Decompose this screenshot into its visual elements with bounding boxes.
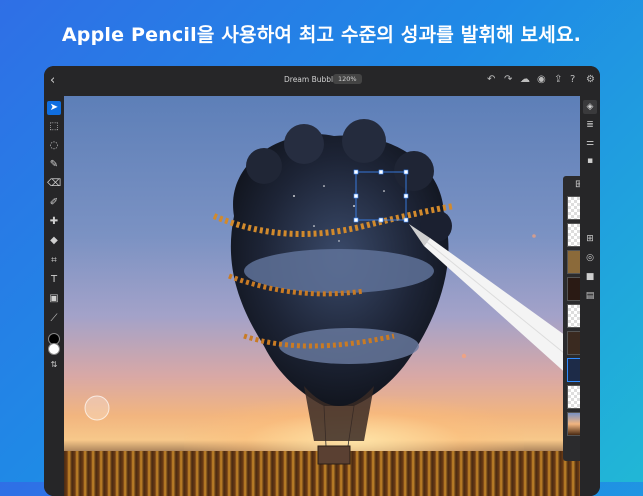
crop-tool-icon[interactable]: ⌗ [47, 254, 61, 268]
layer-thumbnail[interactable] [567, 196, 580, 220]
settings-icon[interactable]: ⚙ [586, 74, 595, 85]
share-icon[interactable]: ⇪ [554, 74, 562, 85]
back-icon[interactable]: ‹ [50, 73, 55, 88]
cloud-icon[interactable]: ☁ [520, 74, 530, 85]
layer-thumbnail[interactable] [567, 412, 580, 436]
healing-tool-icon[interactable]: ✚ [47, 215, 61, 229]
background-color-swatch[interactable] [48, 343, 60, 355]
lasso-tool-icon[interactable]: ◌ [47, 139, 61, 153]
selection-handle[interactable] [378, 169, 384, 175]
eyedropper-tool-icon[interactable]: ⟋ [47, 312, 61, 326]
selection-handle[interactable] [353, 193, 359, 199]
mask-icon[interactable]: ■ [583, 270, 597, 284]
clone-tool-icon[interactable]: ✐ [47, 196, 61, 210]
selection-handle[interactable] [403, 217, 409, 223]
cloud-puff [284, 124, 324, 164]
selection-handle[interactable] [403, 193, 409, 199]
sparkle [461, 353, 467, 359]
star [353, 205, 355, 207]
inner-cloud-band [279, 328, 419, 364]
layers-icon[interactable]: ◈ [583, 100, 597, 114]
left-toolbar: ➤ ⬚ ◌ ✎ ⌫ ✐ ✚ ◆ ⌗ T ▣ ⟋ ⇅ [44, 96, 64, 496]
comments-icon[interactable]: ▪ [583, 154, 597, 168]
redo-icon[interactable]: ↷ [504, 74, 512, 85]
star [323, 185, 325, 187]
star [293, 195, 295, 197]
ipad-screen: ‹ Dream Bubble 120% ↶ ↷ ☁ ◉ ⇪ ? ⚙ ➤ ⬚ ◌ … [44, 66, 600, 496]
selection-handle[interactable] [403, 169, 409, 175]
artwork [84, 119, 580, 465]
layers-panel: ⊞ [563, 176, 580, 461]
selection-handle[interactable] [353, 169, 359, 175]
eraser-tool-icon[interactable]: ⌫ [47, 177, 61, 191]
help-icon[interactable]: ? [570, 74, 575, 85]
cloud-puff [342, 119, 386, 163]
star [383, 190, 385, 192]
color-swatches[interactable] [46, 330, 64, 356]
transform-tool-icon[interactable]: ⬚ [47, 120, 61, 134]
layer-thumbnail[interactable] [567, 385, 580, 409]
lock-icon[interactable]: ▤ [583, 289, 597, 303]
headline: Apple Pencil을 사용하여 최고 수준의 성과를 발휘해 보세요. [61, 24, 582, 46]
undo-icon[interactable]: ↶ [487, 74, 495, 85]
layer-thumbnail[interactable] [567, 277, 580, 301]
brush-tool-icon[interactable]: ✎ [47, 158, 61, 172]
document-title[interactable]: Dream Bubble [284, 75, 338, 84]
right-toolbar: ◈ ≣ ⚌ ▪ ⊞ ◎ ■ ▤ [580, 96, 600, 496]
selection-handle[interactable] [353, 217, 359, 223]
selection-handle[interactable] [378, 217, 384, 223]
visibility-icon[interactable]: ◎ [583, 251, 597, 265]
image-tool-icon[interactable]: ▣ [47, 292, 61, 306]
select-tool-icon[interactable]: ➤ [47, 101, 61, 115]
cloud-puff [394, 151, 434, 191]
layer-properties-icon[interactable]: ≣ [583, 118, 597, 132]
touch-indicator [84, 395, 110, 421]
foreground-color-swatch[interactable] [48, 333, 60, 345]
top-bar: ‹ Dream Bubble 120% ↶ ↷ ☁ ◉ ⇪ ? ⚙ [44, 66, 600, 96]
cloud-puff [246, 148, 282, 184]
layer-thumbnail[interactable] [567, 304, 580, 328]
canvas[interactable]: ⊞ [64, 96, 580, 496]
layer-thumbnail-selected[interactable] [567, 358, 580, 382]
swap-colors-icon[interactable]: ⇅ [47, 358, 61, 372]
adjustments-icon[interactable]: ⚌ [583, 136, 597, 150]
star [313, 225, 315, 227]
sparkle [532, 234, 536, 238]
type-tool-icon[interactable]: T [47, 273, 61, 287]
balloon-basket [317, 445, 351, 465]
add-layer-icon[interactable]: ⊞ [583, 232, 597, 246]
star [338, 240, 340, 242]
zoom-level[interactable]: 120% [333, 74, 362, 84]
layer-thumbnail[interactable] [567, 250, 580, 274]
layer-thumbnail[interactable] [567, 331, 580, 355]
layer-thumbnail[interactable] [567, 223, 580, 247]
fill-tool-icon[interactable]: ◆ [47, 234, 61, 248]
user-icon[interactable]: ◉ [537, 74, 546, 85]
